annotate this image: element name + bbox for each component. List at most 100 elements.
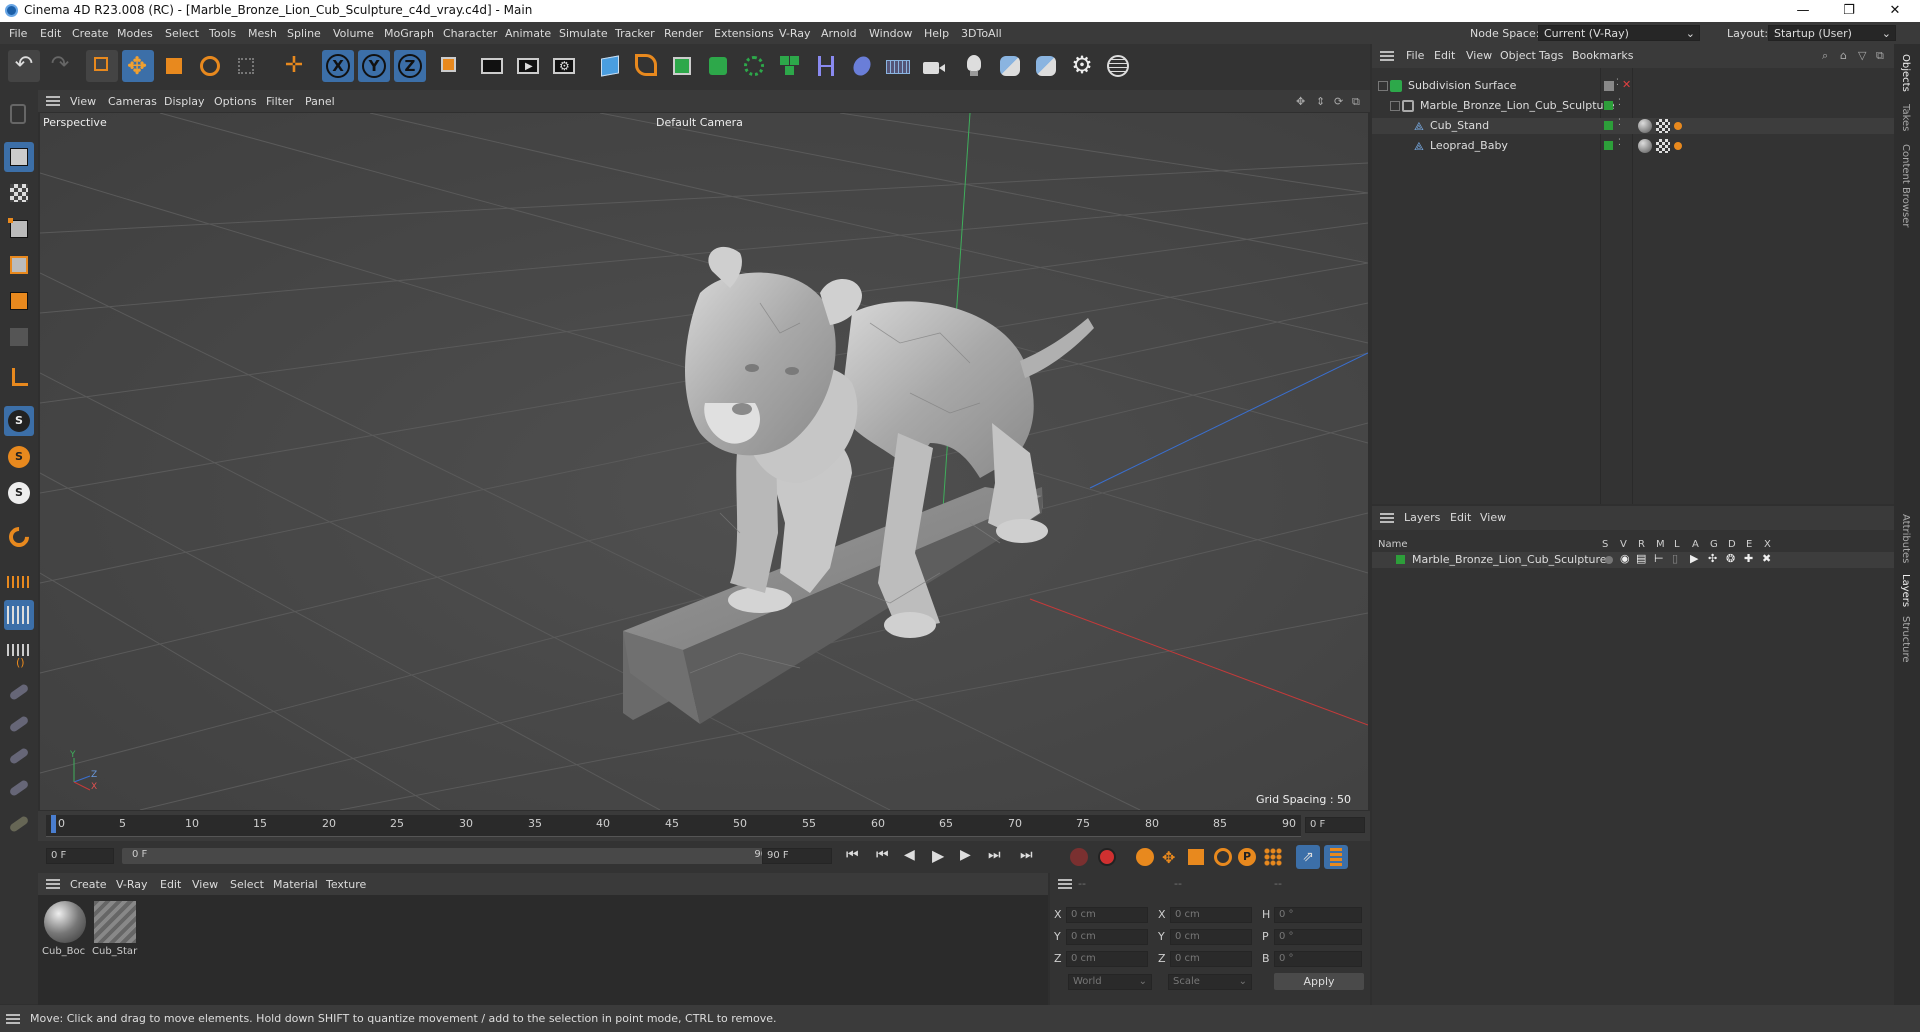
menu-edit[interactable]: Edit: [40, 27, 61, 40]
layer-color-swatch[interactable]: [1604, 121, 1613, 130]
vray-tag-icon[interactable]: [1674, 142, 1682, 150]
size-y-field[interactable]: 0 cm: [1170, 929, 1252, 945]
object-hamburger-icon[interactable]: [1380, 51, 1394, 61]
keyframe-selection-icon[interactable]: [1136, 848, 1154, 866]
playhead[interactable]: [51, 815, 56, 833]
viewport-zoom-icon[interactable]: ⇕: [1316, 95, 1325, 108]
layer-eye-icon[interactable]: ◉: [1620, 552, 1630, 565]
subdivision-generator-icon[interactable]: [666, 50, 698, 82]
render-picture-viewer-icon[interactable]: ▶: [512, 50, 544, 82]
material-swatch[interactable]: Cub_Star: [92, 899, 138, 961]
viewport-maximize-icon[interactable]: ⧉: [1352, 95, 1360, 109]
scale-key-icon[interactable]: [1188, 849, 1204, 865]
edit-check-icon[interactable]: [1604, 81, 1614, 91]
tab-content-browser[interactable]: Content Browser: [1900, 144, 1911, 227]
tab-structure[interactable]: Structure: [1900, 616, 1911, 663]
maximize-icon[interactable]: ❐: [1826, 0, 1872, 22]
x-axis-lock-icon[interactable]: X: [322, 50, 354, 82]
object-search-icon[interactable]: ⌕: [1822, 49, 1828, 63]
light-icon[interactable]: [958, 50, 990, 82]
size-z-field[interactable]: 0 cm: [1170, 951, 1252, 967]
redo-icon[interactable]: ↷: [44, 50, 76, 82]
next-key-icon[interactable]: ⏭: [988, 847, 1001, 863]
layer-animation-icon[interactable]: ▶: [1690, 552, 1698, 565]
snap-settings-icon[interactable]: S: [4, 442, 34, 472]
material-menu-select[interactable]: Select: [230, 878, 264, 891]
timeline-ruler[interactable]: 0 5 10 15 20 25 30 35 40 45 50 55 60 65 …: [38, 811, 1370, 841]
render-settings-icon[interactable]: ⚙: [548, 50, 580, 82]
object-menu-view[interactable]: View: [1466, 49, 1492, 62]
visibility-dots-icon[interactable]: ⁚: [1618, 138, 1621, 148]
tree-row[interactable]: Marble_Bronze_Lion_Cub_Sculpture ⁚: [1372, 98, 1894, 114]
selection-tool-icon[interactable]: [86, 50, 118, 82]
viewport-menu-cameras[interactable]: Cameras: [108, 95, 157, 108]
current-frame-field[interactable]: 0 F: [1305, 817, 1365, 833]
play-icon[interactable]: ▶: [932, 846, 944, 865]
size-x-field[interactable]: 0 cm: [1170, 907, 1252, 923]
menu-modes[interactable]: Modes: [117, 27, 153, 40]
viewport-menu-filter[interactable]: Filter: [266, 95, 293, 108]
coordinate-system-icon[interactable]: [432, 50, 464, 82]
menu-arnold[interactable]: Arnold: [821, 27, 857, 40]
render-view-icon[interactable]: [476, 50, 508, 82]
uvw-tag-icon[interactable]: [1656, 139, 1670, 153]
menu-mograph[interactable]: MoGraph: [384, 27, 434, 40]
array-generator-icon[interactable]: [738, 50, 770, 82]
viewport-menu-panel[interactable]: Panel: [305, 95, 335, 108]
material-hamburger-icon[interactable]: [46, 879, 60, 889]
mograph-cloner-icon[interactable]: [774, 50, 806, 82]
timeline-layout-icon[interactable]: [1324, 845, 1348, 869]
visibility-dots-icon[interactable]: ⁚: [1618, 98, 1621, 108]
tab-attributes[interactable]: Attributes: [1900, 514, 1911, 563]
material-menu-view[interactable]: View: [192, 878, 218, 891]
axis-mode-icon[interactable]: [4, 362, 34, 392]
motion-record-icon[interactable]: ⇗: [1296, 845, 1320, 869]
apply-button[interactable]: Apply: [1274, 973, 1364, 990]
field-icon[interactable]: [846, 50, 878, 82]
locked-workplane-icon[interactable]: (): [4, 638, 34, 669]
node-space-dropdown[interactable]: Current (V-Ray) ⌄: [1538, 25, 1700, 41]
material-menu-material[interactable]: Material: [273, 878, 318, 891]
menu-tools[interactable]: Tools: [209, 27, 236, 40]
python-plugin-icon[interactable]: [1030, 50, 1062, 82]
uv-mode-icon[interactable]: [4, 322, 34, 352]
material-menu-edit[interactable]: Edit: [160, 878, 181, 891]
rotate-tool-icon[interactable]: [194, 50, 226, 82]
uvw-tag-icon[interactable]: [1656, 119, 1670, 133]
object-menu-object[interactable]: Object: [1500, 49, 1536, 62]
menu-tracker[interactable]: Tracker: [615, 27, 655, 40]
menu-render[interactable]: Render: [664, 27, 703, 40]
autokey-icon[interactable]: [1098, 848, 1116, 866]
rotation-key-icon[interactable]: [1214, 848, 1232, 866]
viewport-move-icon[interactable]: ✥: [1296, 95, 1305, 108]
object-menu-tags[interactable]: Tags: [1539, 49, 1563, 62]
layer-row[interactable]: Marble_Bronze_Lion_Cub_Sculpture ◉ ▤ ⊢ ▯…: [1372, 552, 1894, 568]
rotation-h-field[interactable]: 0 °: [1274, 907, 1362, 923]
layer-color-swatch[interactable]: [1396, 555, 1405, 564]
next-frame-icon[interactable]: ▶: [960, 847, 971, 863]
material-menu-texture[interactable]: Texture: [326, 878, 366, 891]
workplane-icon[interactable]: [4, 566, 34, 596]
material-tag-icon[interactable]: [1638, 139, 1652, 153]
settings-gear-icon[interactable]: ⚙: [1066, 50, 1098, 82]
layer-lock-icon[interactable]: ▯: [1672, 552, 1678, 565]
move-tool-icon[interactable]: ✥: [122, 50, 154, 82]
visibility-dots-icon[interactable]: ⁚: [1616, 78, 1619, 88]
coordinates-hamburger-icon[interactable]: [1058, 879, 1072, 889]
rotation-p-field[interactable]: 0 °: [1274, 929, 1362, 945]
vray-tag-icon[interactable]: [1674, 122, 1682, 130]
object-home-icon[interactable]: ⌂: [1840, 49, 1847, 62]
viewport-menu-options[interactable]: Options: [214, 95, 256, 108]
tab-objects[interactable]: Objects: [1900, 54, 1911, 92]
rotation-b-field[interactable]: 0 °: [1274, 951, 1362, 967]
viewport-hamburger-icon[interactable]: [46, 96, 60, 106]
undo-icon[interactable]: ↶: [8, 50, 40, 82]
menu-3dtoall[interactable]: 3DToAll: [961, 27, 1002, 40]
menu-window[interactable]: Window: [869, 27, 912, 40]
layer-expression-icon[interactable]: ✚: [1744, 552, 1753, 565]
menu-spline[interactable]: Spline: [287, 27, 321, 40]
parameter-key-icon[interactable]: P: [1238, 848, 1256, 866]
tree-row[interactable]: ⟁ Leoprad_Baby ⁚: [1372, 138, 1894, 154]
frame-range-slider[interactable]: 0 F 90 F: [122, 848, 784, 864]
layer-hamburger-icon[interactable]: [1380, 513, 1394, 523]
